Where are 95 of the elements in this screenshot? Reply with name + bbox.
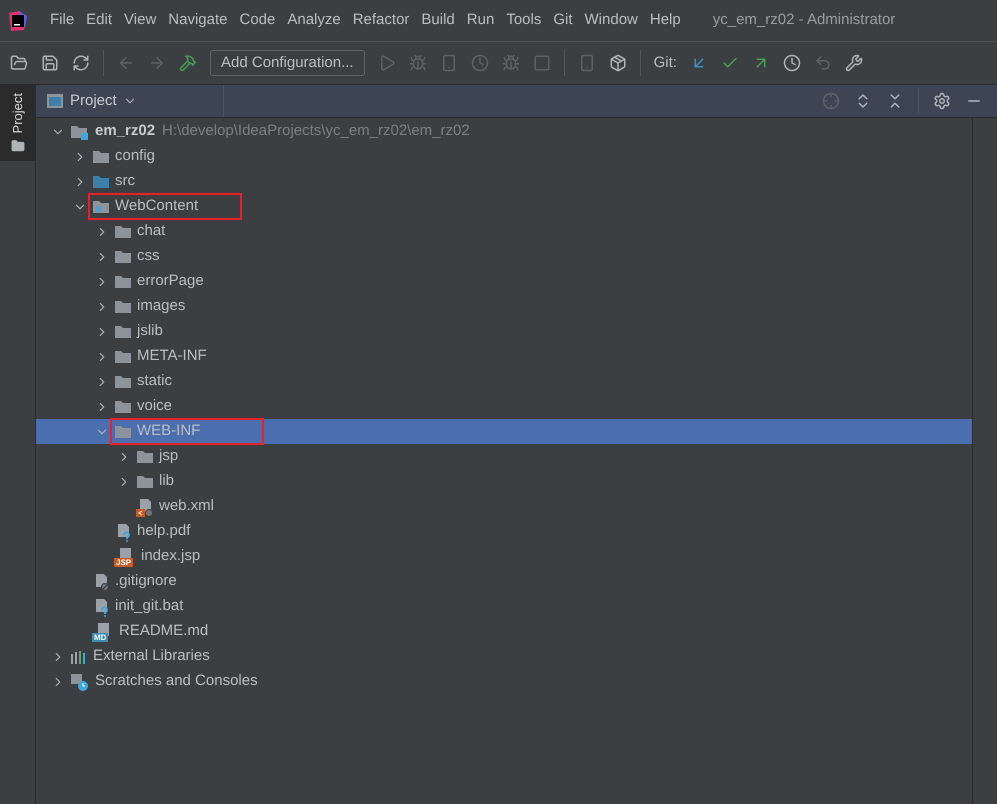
scratches-icon xyxy=(70,672,90,692)
tree-row[interactable]: External Libraries xyxy=(36,644,972,669)
tree-row[interactable]: WebContent xyxy=(36,194,972,219)
libraries-icon xyxy=(70,648,88,664)
panel-title: Project xyxy=(70,90,117,111)
folder-icon xyxy=(114,224,132,239)
tree-item-label: em_rz02 xyxy=(95,121,156,142)
tree-row[interactable]: lib xyxy=(36,469,972,494)
git-label: Git: xyxy=(654,52,677,73)
folder-icon xyxy=(136,474,154,489)
tree-item-label: jsp xyxy=(159,446,178,466)
tree-item-label: init_git.bat xyxy=(115,596,184,616)
tree-row[interactable]: images xyxy=(36,294,972,319)
menu-item[interactable]: Git xyxy=(547,9,579,32)
menu-item[interactable]: View xyxy=(118,9,162,32)
menu-item[interactable]: Tools xyxy=(500,9,548,32)
hammer-icon[interactable] xyxy=(179,54,197,72)
folder-icon xyxy=(92,149,110,164)
side-tab[interactable]: Project xyxy=(0,85,35,162)
tree-item-label: META-INF xyxy=(137,346,207,366)
menu-item[interactable]: Run xyxy=(460,9,500,32)
tree-item-label: voice xyxy=(137,396,172,416)
menu-item[interactable]: Refactor xyxy=(346,9,416,32)
tree-row[interactable]: em_rz02 H:\develop\IdeaProjects\yc_em_rz02\em_rz02 xyxy=(36,119,972,144)
folder-icon xyxy=(136,449,154,464)
tree-row[interactable]: errorPage xyxy=(36,269,972,294)
tree-row[interactable]: jsp xyxy=(36,444,972,469)
file-type-badge: JSP xyxy=(114,558,134,566)
file-type-badge: MD xyxy=(92,632,108,642)
folder-icon xyxy=(114,274,132,289)
tree-item-label: css xyxy=(137,246,160,266)
folder-icon xyxy=(114,374,132,389)
tree-row[interactable]: Scratches and Consoles xyxy=(36,669,972,694)
path-label: H:\develop\IdeaProjects\yc_em_rz02\em_rz02 xyxy=(162,121,470,142)
tree-item-label: WEB-INF xyxy=(137,421,200,442)
tree-row[interactable]: init_git.bat xyxy=(36,594,972,619)
folder-icon xyxy=(114,349,132,364)
tree-item-label: static xyxy=(137,371,172,392)
tree-item-label: External Libraries xyxy=(93,646,210,666)
menu-item[interactable]: Help xyxy=(644,9,687,32)
tree-item-label: errorPage xyxy=(137,271,204,292)
tree-item-label: README.md xyxy=(119,621,208,642)
tree-item-label: WebContent xyxy=(115,196,198,216)
menu-item[interactable]: Code xyxy=(233,9,282,32)
tree-row[interactable]: voice xyxy=(36,394,972,419)
tree-row[interactable]: config xyxy=(36,144,972,169)
tree-row[interactable]: web.xml xyxy=(36,494,972,519)
package-icon[interactable] xyxy=(608,54,627,72)
tree-row[interactable]: chat xyxy=(36,219,972,244)
menu-item[interactable]: Navigate xyxy=(162,9,234,32)
web-folder-icon xyxy=(92,199,110,214)
window-title: yc_em_rz02 - Administrator xyxy=(712,10,896,30)
tree-item-label: lib xyxy=(159,471,174,492)
open-folder-icon[interactable] xyxy=(10,54,28,72)
tree-item-label: jslib xyxy=(137,321,163,342)
tree-row[interactable]: META-INF xyxy=(36,344,972,369)
tree-row[interactable]: src xyxy=(36,169,972,194)
tree-item-label: images xyxy=(137,296,186,316)
tree-row[interactable]: css xyxy=(36,244,972,269)
clock-icon[interactable] xyxy=(782,54,801,72)
tree-item-label: src xyxy=(115,171,135,192)
window-icon xyxy=(46,93,64,109)
folder-icon xyxy=(10,139,24,154)
tree-item-label: web.xml xyxy=(159,496,214,516)
save-icon[interactable] xyxy=(41,54,59,72)
tree-row[interactable]: help.pdf xyxy=(36,519,972,544)
tree-row[interactable]: MD README.md xyxy=(36,619,972,644)
refresh-icon[interactable] xyxy=(72,54,90,72)
run-configuration-button[interactable]: Add Configuration... xyxy=(210,50,365,76)
tree-item-label: chat xyxy=(137,221,166,242)
menu-item[interactable]: Edit xyxy=(80,9,118,32)
settings-icon[interactable] xyxy=(933,92,951,110)
tree-item-label: index.jsp xyxy=(141,546,200,566)
folder-icon xyxy=(114,324,132,339)
folder-icon xyxy=(114,424,132,439)
tree-item-label: Scratches and Consoles xyxy=(95,671,258,692)
tree-row[interactable]: JSP index.jsp xyxy=(36,544,972,569)
menu-item[interactable]: Build xyxy=(415,9,461,32)
menu-item[interactable]: Analyze xyxy=(281,9,347,32)
menu-item[interactable]: Window xyxy=(578,9,644,32)
folder-icon xyxy=(114,249,132,264)
tree-row[interactable]: static xyxy=(36,369,972,394)
folder-icon xyxy=(114,399,132,414)
app-logo xyxy=(7,10,29,32)
menu-item[interactable]: File xyxy=(44,9,80,32)
folder-icon xyxy=(92,174,110,189)
tree-item-label: .gitignore xyxy=(115,571,177,592)
wrench-icon[interactable] xyxy=(844,54,863,72)
tree-item-label: config xyxy=(115,146,156,166)
folder-icon xyxy=(114,299,132,314)
tree-row[interactable]: .gitignore xyxy=(36,569,972,594)
tree-row[interactable]: jslib xyxy=(36,319,972,344)
tree-item-label: help.pdf xyxy=(137,521,190,542)
xml-file-icon xyxy=(136,496,154,516)
side-tab-label: Project xyxy=(8,93,26,134)
